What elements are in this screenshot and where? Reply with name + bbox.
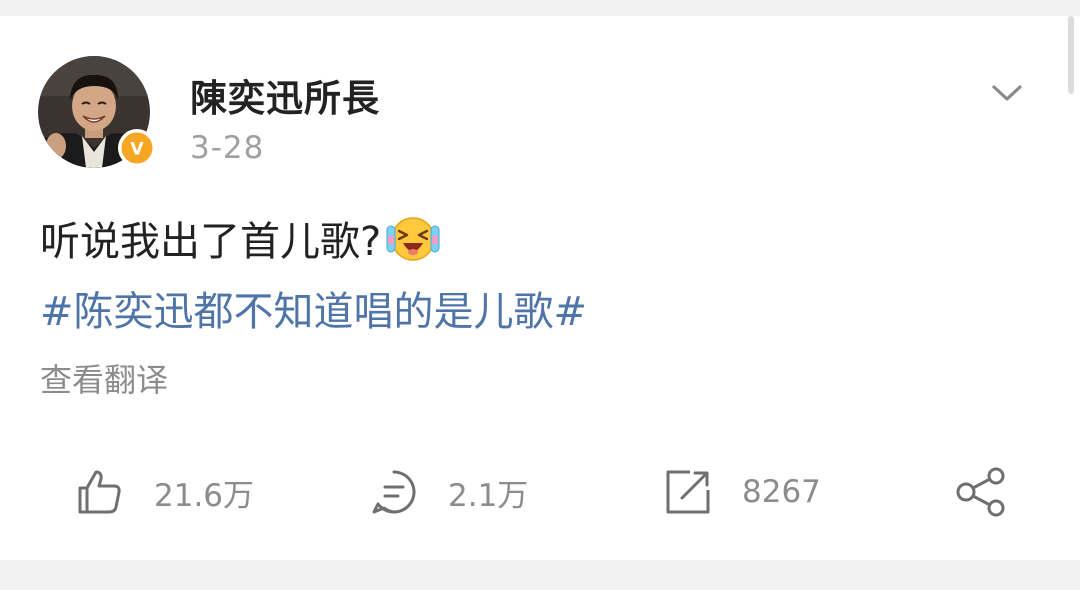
scrollbar[interactable] [1068,16,1074,94]
comment-bubble-icon [368,466,420,518]
share-button[interactable] [954,464,1010,520]
like-count: 21.6万 [154,477,255,514]
comment-button[interactable]: 2.1万 [368,464,528,520]
repost-count: 8267 [742,474,821,510]
translate-link[interactable]: 查看翻译 [40,356,168,404]
post-time: 3-28 [190,130,265,166]
repost-icon [662,466,714,518]
post-text: 听说我出了首儿歌? [40,219,382,265]
author-name[interactable]: 陳奕迅所長 [190,68,380,122]
screen: V 陳奕迅所長 3-28 听说我出了首儿歌? #陈奕迅都不知道唱的是儿歌# 查看… [0,0,1080,590]
post-card: V 陳奕迅所長 3-28 听说我出了首儿歌? #陈奕迅都不知道唱的是儿歌# 查看… [0,16,1080,560]
comment-count: 2.1万 [448,477,529,514]
thumbs-up-icon [74,466,126,518]
laugh-crying-emoji-icon [385,210,441,266]
like-button[interactable]: 21.6万 [74,464,254,520]
hashtag-link[interactable]: #陈奕迅都不知道唱的是儿歌# [40,282,587,342]
post-text-line: 听说我出了首儿歌? [40,212,441,272]
repost-button[interactable]: 8267 [662,464,821,520]
chevron-down-icon[interactable] [990,82,1024,104]
verified-badge-letter: V [130,140,144,160]
verified-badge-icon: V [118,129,156,167]
share-icon [954,466,1010,518]
